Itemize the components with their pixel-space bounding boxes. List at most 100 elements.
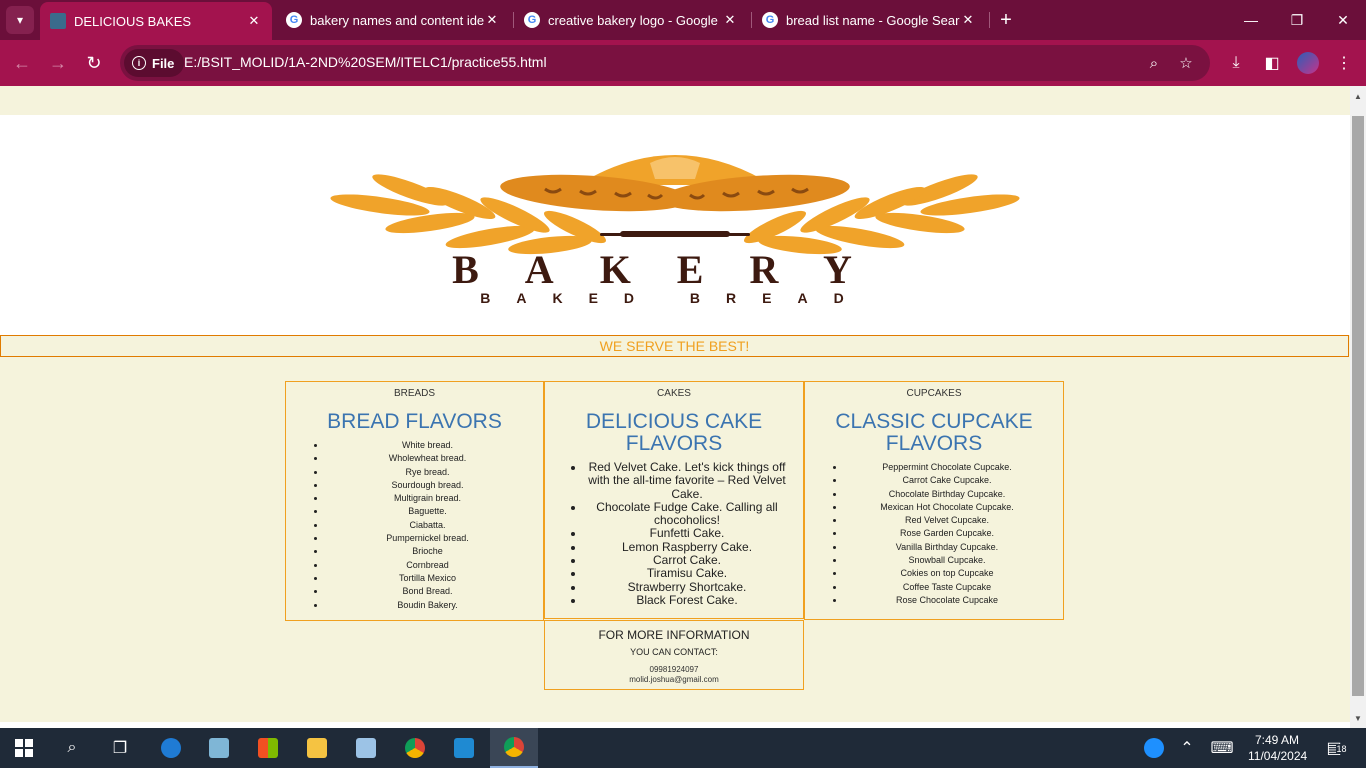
tab-strip: ▾ DELICIOUS BAKES ✕ G bakery names and c… [0,0,1366,40]
list-item: Red Velvet Cake. Let's kick things off w… [585,460,789,501]
plus-icon: + [1000,8,1012,31]
breads-category: BREADS [393,388,436,399]
list-item: Ciabatta. [326,519,529,532]
cakes-heading: DELICIOUS CAKE FLAVORS [585,410,763,455]
windows-start-icon[interactable] [0,728,48,768]
tab-search-button[interactable]: ▾ [6,6,34,34]
list-item: Vanilla Birthday Cupcake. [845,541,1049,554]
list-item: Red Velvet Cupcake. [845,514,1049,527]
list-item: Black Forest Cake. [585,593,789,607]
close-icon[interactable]: ✕ [484,12,500,28]
arrow-right-icon: → [49,52,67,73]
close-icon[interactable]: ✕ [960,12,976,28]
info-title: FOR MORE INFORMATION [598,628,750,642]
notifications-icon[interactable]: ▤ 18 [1310,728,1358,768]
zoom-icon[interactable]: ⌕ [1144,53,1164,73]
logo-tagline: BAKED BREAD [480,290,869,305]
cupcakes-heading: CLASSIC CUPCAKE FLAVORS [835,410,1033,455]
windows-taskbar: ⌕ ❐ ⌃ ⌨ 7:49 AM 11/04/2024 ▤ 18 [0,728,1366,768]
tab-delicious-bakes[interactable]: DELICIOUS BAKES ✕ [40,2,272,40]
clock-date: 11/04/2024 [1248,749,1308,763]
list-item: Rye bread. [326,466,529,479]
close-window-button[interactable]: ✕ [1320,0,1366,40]
restore-button[interactable]: ❐ [1274,0,1320,40]
contact-email: molid.joshua@gmail.com [629,675,719,684]
cupcakes-category: CUPCAKES [906,388,962,399]
taskbar-clock[interactable]: 7:49 AM 11/04/2024 [1248,732,1308,764]
tab-title: DELICIOUS BAKES [74,13,192,29]
list-item: Lemon Raspberry Cake. [585,540,789,554]
list-item: Tiramisu Cake. [585,567,789,581]
google-icon: G [524,12,540,28]
list-item: Chocolate Fudge Cake. Calling all chocoh… [585,500,789,528]
keyboard-icon[interactable]: ⌨ [1198,728,1246,768]
list-item: Baguette. [326,505,529,518]
list-item: Carrot Cake Cupcake. [845,474,1049,487]
logo-word: BAKERY [452,247,898,292]
vertical-scrollbar[interactable]: ▲ ▼ [1350,86,1366,728]
bookmark-star-icon[interactable]: ☆ [1176,53,1196,73]
list-item: Peppermint Chocolate Cupcake. [845,461,1049,474]
list-item: Mexican Hot Chocolate Cupcake. [845,501,1049,514]
close-icon[interactable]: ✕ [246,13,262,29]
file-explorer-icon[interactable] [293,728,341,768]
minimize-button[interactable]: — [1228,0,1274,40]
list-item: White bread. [326,439,529,452]
url-text[interactable]: E:/BSIT_MOLID/1A-2ND%20SEM/ITELC1/practi… [184,54,547,70]
store-icon[interactable] [244,728,292,768]
back-button[interactable]: ← [10,51,34,75]
scroll-up-icon[interactable]: ▲ [1350,88,1366,104]
list-item: Carrot Cake. [585,553,789,567]
info-box: FOR MORE INFORMATION YOU CAN CONTACT: 09… [544,620,804,690]
tab-bakery-names[interactable]: G bakery names and content ideas ✕ [276,0,510,40]
serve-banner: WE SERVE THE BEST! [0,335,1349,357]
edge-icon[interactable] [147,728,195,768]
forward-button[interactable]: → [46,51,70,75]
close-icon[interactable]: ✕ [722,12,738,28]
menu-kebab-icon[interactable]: ⋮ [1332,51,1356,75]
scroll-down-icon[interactable]: ▼ [1350,710,1366,726]
breads-box: BREADS BREAD FLAVORS White bread. Wholew… [285,381,544,621]
clock-time: 7:49 AM [1254,733,1300,747]
search-icon[interactable]: ⌕ [48,728,96,768]
contact-phone: 09981924097 [649,665,699,674]
breads-heading: BREAD FLAVORS [327,410,502,433]
address-bar[interactable]: i File E:/BSIT_MOLID/1A-2ND%20SEM/ITELC1… [120,45,1210,81]
list-item: Wholewheat bread. [326,452,529,465]
info-icon: i [132,56,146,70]
cakes-category: CAKES [657,388,691,399]
site-chip-label: File [152,55,175,71]
list-item: Rose Garden Cupcake. [845,527,1049,540]
side-panel-icon[interactable]: ◧ [1260,51,1284,75]
list-item: Boudin Bakery. [326,599,529,612]
cupcakes-box: CUPCAKES CLASSIC CUPCAKE FLAVORS Pepperm… [804,381,1064,620]
task-view-icon[interactable]: ❐ [96,728,144,768]
tab-title: bakery names and content ideas [310,12,484,28]
google-icon: G [762,12,778,28]
restore-icon: ❐ [1290,11,1304,28]
site-info-chip[interactable]: i File [124,49,185,77]
list-item: Brioche [326,545,529,558]
tab-bread-list[interactable]: G bread list name - Google Search ✕ [752,0,986,40]
3d-viewer-icon[interactable] [342,728,390,768]
list-item: Sourdough bread. [326,479,529,492]
list-item: Cokies on top Cupcake [845,567,1049,580]
logo-banner: BAKERY BAKED BREAD [0,115,1350,335]
scrollbar-thumb[interactable] [1352,116,1364,696]
minimize-icon: — [1244,12,1258,28]
reload-button[interactable]: ↻ [82,51,106,75]
chevron-down-icon: ▾ [16,13,24,27]
chrome-icon[interactable] [391,728,439,768]
new-tab-button[interactable]: + [994,8,1018,32]
notepad-icon[interactable] [195,728,243,768]
profile-avatar[interactable] [1297,52,1319,74]
list-item: Funfetti Cake. [585,527,789,541]
list-item: Bond Bread. [326,585,529,598]
cakes-list: Red Velvet Cake. Let's kick things off w… [545,460,803,607]
vscode-icon[interactable] [440,728,488,768]
chrome-active-icon[interactable] [490,728,538,768]
tab-creative-logo[interactable]: G creative bakery logo - Google Search ✕ [514,0,748,40]
download-icon[interactable]: ⤓ [1224,51,1248,75]
list-item: Coffee Taste Cupcake [845,581,1049,594]
breads-list: White bread. Wholewheat bread. Rye bread… [286,439,543,612]
